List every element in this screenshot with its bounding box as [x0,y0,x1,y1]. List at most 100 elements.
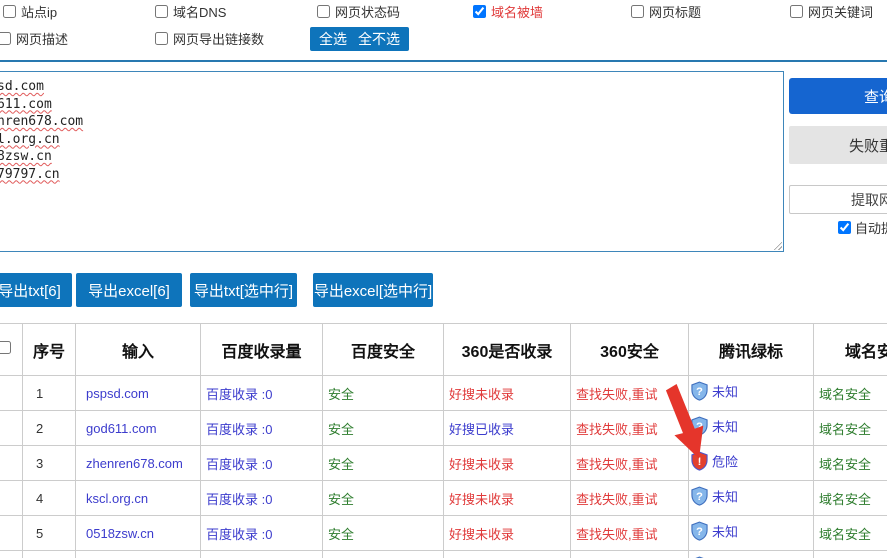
baidu-safe-status: 安全 [328,492,354,507]
so360-safe-retry-link[interactable]: 查找失败,重试 [576,527,658,542]
export-excel-button[interactable]: 导出excel[6] [76,273,182,307]
filter-checkbox[interactable] [3,5,16,18]
domain-link[interactable]: pspsd.com [86,386,149,401]
row-number: 5 [23,516,76,551]
so360-index-status: 好搜未收录 [449,527,514,542]
filter-row-2: 网页描述 网页导出链接数 [0,29,887,49]
filter-label: 网页关键词 [808,2,873,21]
domain-safe-link[interactable]: 域名安全 [819,492,871,507]
baidu-index-link[interactable]: 百度收录 :0 [206,527,272,542]
filter-row-1: 站点ip 域名DNS 网页状态码 域名被墙 网页标题 网页关键词 [0,2,887,22]
tencent-shield-icon: ? [691,486,708,506]
filter-option[interactable]: 网页描述 [0,29,68,48]
shield-glyph: ? [696,421,703,433]
shield-glyph: ! [698,456,702,468]
so360-index-status: 好搜未收录 [449,492,514,507]
domain-safe-link[interactable]: 域名安全 [819,527,871,542]
shield-glyph: ? [696,526,703,538]
domain-safe-link[interactable]: 域名安全 [819,387,871,402]
export-txt-selected-button[interactable]: 导出txt[选中行] [190,273,297,307]
tencent-status-link[interactable]: 未知 [712,525,738,540]
domain-line: nren678.com [0,113,783,131]
header-360-index: 360是否收录 [444,324,571,376]
header-baidu-index: 百度收录量 [201,324,323,376]
domain-link[interactable]: god611.com [86,421,157,436]
filter-checkbox[interactable] [0,32,11,45]
query-button[interactable]: 查询 [789,78,887,114]
filter-checkbox[interactable] [155,32,168,45]
tencent-shield-icon: ? [691,521,708,541]
row-number: 3 [23,446,76,481]
row-number: 2 [23,411,76,446]
filter-option[interactable]: 网页关键词 [790,2,873,21]
domain-lines: sd.com611.comnren678.coml.org.cn8zsw.cn7… [0,72,783,183]
auto-extract-checkbox[interactable] [838,221,851,234]
section-divider [0,60,887,62]
domain-safe-link[interactable]: 域名安全 [819,422,871,437]
domain-safe-link[interactable]: 域名安全 [819,457,871,472]
tencent-status-link[interactable]: 未知 [712,420,738,435]
row-number [23,551,76,558]
filter-option[interactable]: 站点ip [3,2,57,21]
tencent-status-link[interactable]: 危险 [712,455,738,470]
results-table: 序号 输入 百度收录量 百度安全 360是否收录 360安全 腾讯绿标 域名安全… [0,323,887,558]
row-number: 4 [23,481,76,516]
shield-glyph: ? [696,491,703,503]
table-row: 2 god611.com 百度收录 :0 安全 好搜已收录 查找失败,重试 ? … [0,411,887,446]
domain-list-textarea[interactable]: sd.com611.comnren678.coml.org.cn8zsw.cn7… [0,71,784,252]
select-none-button[interactable]: 全不选 [349,27,409,51]
table-row: 4 kscl.org.cn 百度收录 :0 安全 好搜未收录 查找失败,重试 ?… [0,481,887,516]
retry-failed-button[interactable]: 失败重查 [789,126,887,164]
tencent-shield-icon: ? [691,416,708,436]
domain-link[interactable]: kscl.org.cn [86,491,148,506]
domain-line: 79797.cn [0,166,783,184]
header-input: 输入 [76,324,201,376]
table-row: ? [0,551,887,558]
baidu-index-link[interactable]: 百度收录 :0 [206,457,272,472]
baidu-safe-status: 安全 [328,527,354,542]
filter-option[interactable]: 网页状态码 [317,2,400,21]
baidu-safe-status: 安全 [328,387,354,402]
filter-label: 站点ip [21,2,57,21]
so360-safe-retry-link[interactable]: 查找失败,重试 [576,387,658,402]
filter-checkbox[interactable] [155,5,168,18]
filter-option[interactable]: 网页标题 [631,2,701,21]
export-toolbar: 导出txt[6] 导出excel[6] 导出txt[选中行] 导出excel[选… [0,273,887,307]
so360-safe-retry-link[interactable]: 查找失败,重试 [576,457,658,472]
export-txt-button[interactable]: 导出txt[6] [0,273,72,307]
filter-option[interactable]: 域名被墙 [473,2,543,21]
table-header-row: 序号 输入 百度收录量 百度安全 360是否收录 360安全 腾讯绿标 域名安全 [0,324,887,376]
header-tencent: 腾讯绿标 [689,324,814,376]
filter-checkbox[interactable] [317,5,330,18]
filter-option[interactable]: 网页导出链接数 [155,29,264,48]
select-all-rows-checkbox[interactable] [0,341,11,354]
domain-line: 8zsw.cn [0,148,783,166]
filter-label: 域名被墙 [491,2,543,21]
header-domain-safe: 域名安全 [814,324,887,376]
so360-index-status: 好搜已收录 [449,422,514,437]
filter-option[interactable]: 域名DNS [155,2,226,21]
filter-checkbox[interactable] [790,5,803,18]
header-360-safe: 360安全 [571,324,689,376]
so360-safe-retry-link[interactable]: 查找失败,重试 [576,492,658,507]
extract-urls-button[interactable]: 提取网址 [789,185,887,214]
baidu-index-link[interactable]: 百度收录 :0 [206,387,272,402]
export-excel-selected-button[interactable]: 导出excel[选中行] [313,273,433,307]
filter-label: 域名DNS [173,2,226,21]
domain-line: sd.com [0,78,783,96]
domain-link[interactable]: zhenren678.com [86,456,183,471]
so360-safe-retry-link[interactable]: 查找失败,重试 [576,422,658,437]
tencent-shield-icon: ! [691,451,708,471]
filter-checkbox[interactable] [473,5,486,18]
baidu-index-link[interactable]: 百度收录 :0 [206,422,272,437]
textarea-resize-handle[interactable] [771,239,782,250]
filter-label: 网页导出链接数 [173,29,264,48]
tencent-status-link[interactable]: 未知 [712,490,738,505]
baidu-safe-status: 安全 [328,457,354,472]
tencent-status-link[interactable]: 未知 [712,385,738,400]
filter-checkbox[interactable] [631,5,644,18]
baidu-index-link[interactable]: 百度收录 :0 [206,492,272,507]
domain-link[interactable]: 0518zsw.cn [86,526,154,541]
table-row: 3 zhenren678.com 百度收录 :0 安全 好搜未收录 查找失败,重… [0,446,887,481]
auto-extract-option[interactable]: 自动提取 [838,218,887,237]
